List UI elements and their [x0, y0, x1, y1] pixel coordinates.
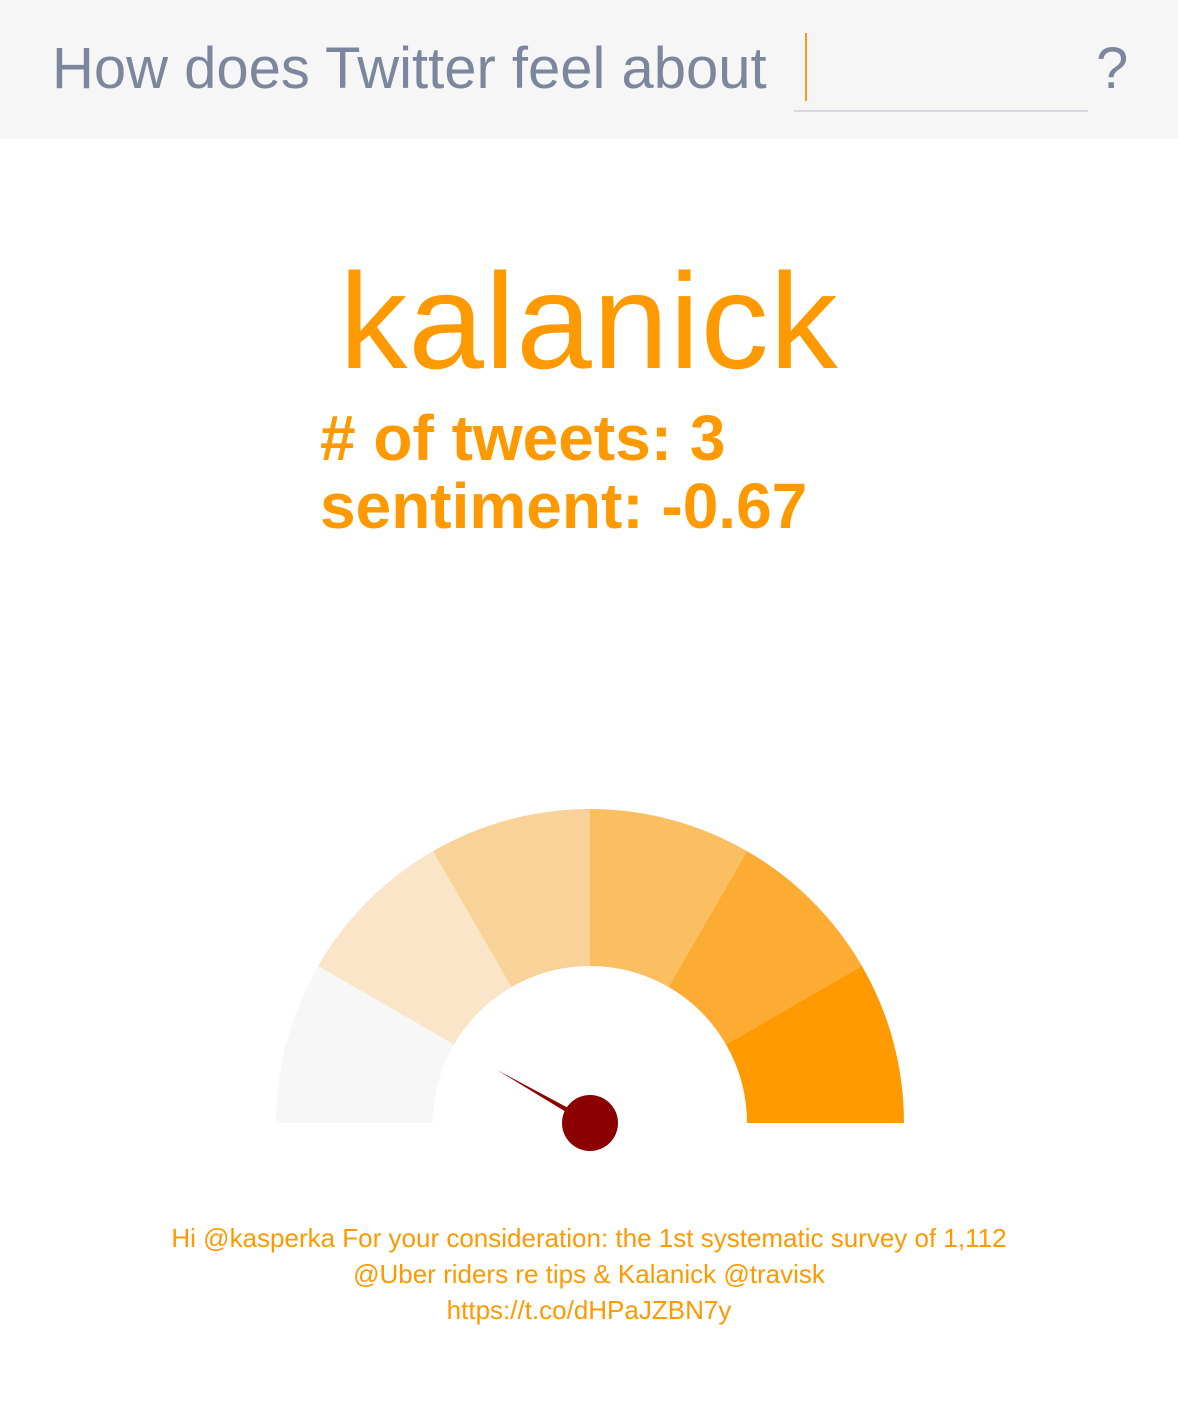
gauge-segments [276, 809, 904, 1123]
sentiment-gauge [276, 809, 904, 1151]
tweet-link[interactable]: https://t.co/dHPaJZBN7y [447, 1295, 732, 1325]
tweet-text: Hi @kasperka For your consideration: the… [171, 1223, 1007, 1289]
gauge-needle-hub [562, 1095, 618, 1151]
sample-tweet: Hi @kasperka For your consideration: the… [140, 1220, 1038, 1328]
